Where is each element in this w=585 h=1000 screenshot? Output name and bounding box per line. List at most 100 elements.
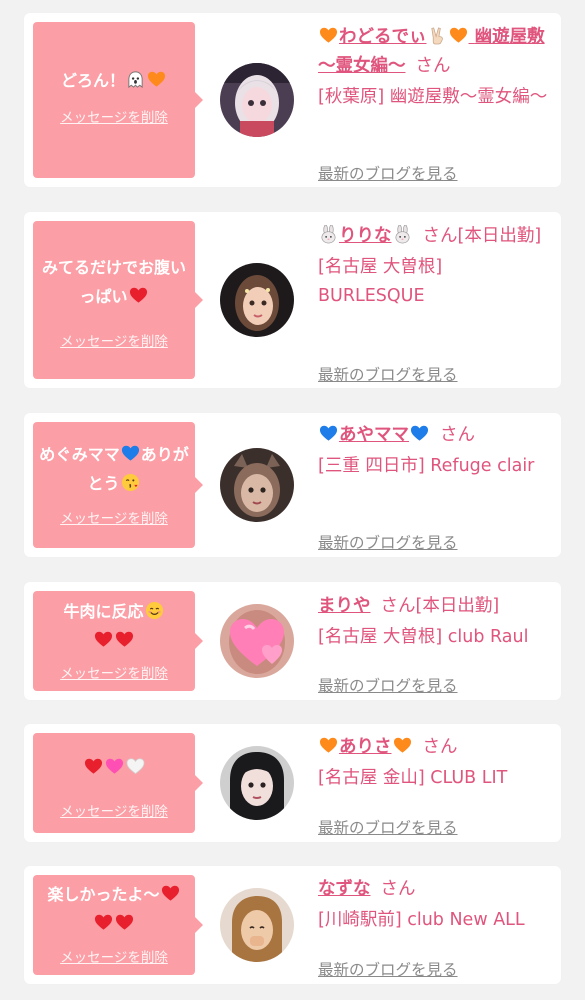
honorific: さん — [440, 425, 475, 445]
honorific: さん — [422, 737, 458, 757]
sender-name: なずな — [318, 879, 371, 899]
sender-name-link[interactable]: なずな — [318, 879, 371, 899]
message-bubble: 楽しかったよ〜 メッセージを削除 — [33, 875, 203, 975]
orange-heart-icon — [319, 26, 338, 45]
honorific: さん — [380, 879, 416, 899]
sender-info: ありさ さん [名古屋 金山] CLUB LIT 最新のブログを見る — [318, 733, 553, 837]
message-text: どろん！ — [33, 66, 195, 95]
avatar[interactable] — [220, 263, 294, 337]
shop-name: [名古屋 大曽根] BURLESQUE — [318, 257, 443, 306]
avatar[interactable] — [220, 746, 294, 820]
sender-name-line: あやママ さん — [318, 421, 553, 450]
avatar[interactable] — [220, 448, 294, 522]
message-card: 楽しかったよ〜 メッセージを削除 なずな さん [川崎駅前] club New A… — [24, 866, 561, 984]
shop-name: [名古屋 金山] CLUB LIT — [318, 768, 508, 788]
sender-info: わどるでぃ 幽遊屋敷 〜霊女編〜 さん [秋葉原] 幽遊屋敷〜霊女編〜 最新のブロ… — [318, 23, 553, 183]
blog-link[interactable]: 最新のブログを見る — [318, 533, 458, 553]
sender-name-line: わどるでぃ 幽遊屋敷 〜霊女編〜 さん — [318, 23, 553, 81]
red-heart-icon — [94, 630, 113, 649]
delete-message-link[interactable]: メッセージを削除 — [33, 333, 195, 351]
sender-name-link[interactable]: まりや — [318, 596, 371, 616]
sender-name-line: まりや さん[本日出勤] — [318, 592, 553, 621]
honorific: さん — [415, 56, 451, 76]
shop-name: [名古屋 大曽根] club Raul — [318, 627, 529, 647]
red-heart-icon — [115, 913, 134, 932]
sender-info: なずな さん [川崎駅前] club New ALL 最新のブログを見る — [318, 875, 553, 979]
avatar-photo-1 — [220, 63, 294, 137]
sender-name: わどるでぃ — [339, 27, 427, 47]
work-status: [本日出勤] — [415, 596, 500, 616]
avatar-photo-5 — [220, 746, 294, 820]
message-text-content: めぐみママ — [39, 445, 120, 464]
delete-message-link[interactable]: メッセージを削除 — [33, 949, 195, 967]
white-heart-icon — [126, 757, 145, 776]
blog-link[interactable]: 最新のブログを見る — [318, 818, 458, 838]
sender-name-line: ありさ さん — [318, 733, 553, 762]
sender-name-link[interactable]: りりな — [318, 225, 413, 246]
message-bubble: みてるだけでお腹いっぱい メッセージを削除 — [33, 221, 203, 379]
message-text: みてるだけでお腹いっぱい — [33, 253, 195, 311]
delete-message-link[interactable]: メッセージを削除 — [33, 510, 195, 528]
message-text-content: 牛肉に反応 — [63, 602, 144, 621]
shop-name: [川崎駅前] club New ALL — [318, 910, 525, 930]
sender-info: りりな さん[本日出勤] [名古屋 大曽根] BURLESQUE 最新のブログを見… — [318, 222, 553, 384]
message-bubble: どろん！ メッセージを削除 — [33, 22, 203, 178]
red-heart-icon — [94, 913, 113, 932]
blue-heart-icon — [319, 424, 338, 443]
message-card: みてるだけでお腹いっぱい メッセージを削除 りりな さん[本日出勤] [名古屋 大… — [24, 212, 561, 388]
avatar-photo-3 — [220, 448, 294, 522]
rabbit-icon — [395, 225, 409, 244]
message-text: 牛肉に反応 — [33, 597, 195, 655]
sender-name-line: なずな さん — [318, 875, 553, 904]
message-bubble: めぐみママ ありがとう メッセージを削除 — [33, 422, 203, 548]
avatar-photo-6 — [220, 888, 294, 962]
avatar[interactable] — [220, 604, 294, 678]
ghost-icon — [128, 71, 143, 89]
message-card: メッセージを削除 ありさ さん [名古屋 金山] CLUB LIT 最新のブログを… — [24, 724, 561, 842]
delete-message-link[interactable]: メッセージを削除 — [33, 109, 195, 127]
shop-name: [三重 四日市] Refuge clair — [318, 456, 535, 476]
sender-name: りりな — [339, 226, 392, 246]
red-heart-icon — [161, 884, 180, 903]
rabbit-icon — [321, 225, 336, 244]
delete-message-link[interactable]: メッセージを削除 — [33, 665, 195, 683]
kissing-face-icon — [121, 473, 139, 492]
message-text — [33, 753, 195, 782]
orange-heart-icon — [449, 26, 468, 45]
message-text-content: どろん！ — [60, 71, 125, 90]
blog-link[interactable]: 最新のブログを見る — [318, 960, 458, 980]
work-status: [本日出勤] — [457, 226, 542, 246]
smiling-face-icon — [145, 601, 163, 620]
message-card: どろん！ メッセージを削除 わどるでぃ 幽遊屋敷 〜霊女編〜 さん [秋葉原] 幽… — [24, 13, 561, 187]
blog-link[interactable]: 最新のブログを見る — [318, 164, 458, 184]
message-card: めぐみママ ありがとう メッセージを削除 あやママ さん [三重 四日市] Refu… — [24, 413, 561, 557]
sender-info: まりや さん[本日出勤] [名古屋 大曽根] club Raul 最新のブログを見… — [318, 592, 553, 695]
victory-hand-icon — [430, 27, 443, 45]
avatar-photo-4 — [220, 604, 294, 678]
delete-message-link[interactable]: メッセージを削除 — [33, 803, 195, 821]
message-text-content: 楽しかったよ〜 — [47, 885, 160, 904]
message-text-content: みてるだけでお腹いっぱい — [41, 258, 186, 306]
sender-name: まりや — [318, 596, 371, 616]
message-text: 楽しかったよ〜 — [33, 880, 195, 938]
sender-name: ありさ — [339, 737, 392, 757]
shop-name: [秋葉原] 幽遊屋敷〜霊女編〜 — [318, 87, 548, 107]
honorific: さん — [422, 226, 458, 246]
avatar[interactable] — [220, 888, 294, 962]
orange-heart-icon — [319, 736, 338, 755]
sender-name-link[interactable]: あやママ — [318, 425, 430, 445]
sender-name: あやママ — [339, 425, 409, 445]
avatar[interactable] — [220, 63, 294, 137]
orange-heart-icon — [393, 736, 412, 755]
message-bubble: メッセージを削除 — [33, 733, 203, 833]
message-text: めぐみママ ありがとう — [33, 440, 195, 498]
avatar-photo-2 — [220, 263, 294, 337]
blog-link[interactable]: 最新のブログを見る — [318, 365, 458, 385]
message-bubble: 牛肉に反応 メッセージを削除 — [33, 591, 203, 691]
sender-info: あやママ さん [三重 四日市] Refuge clair 最新のブログを見る — [318, 421, 553, 552]
message-card: 牛肉に反応 メッセージを削除 まりや さん[本日出勤] [名古屋 大曽根] clu… — [24, 582, 561, 700]
red-heart-icon — [84, 757, 103, 776]
blog-link[interactable]: 最新のブログを見る — [318, 676, 458, 696]
orange-heart-icon — [147, 70, 166, 89]
sender-name-link[interactable]: ありさ — [318, 737, 413, 757]
